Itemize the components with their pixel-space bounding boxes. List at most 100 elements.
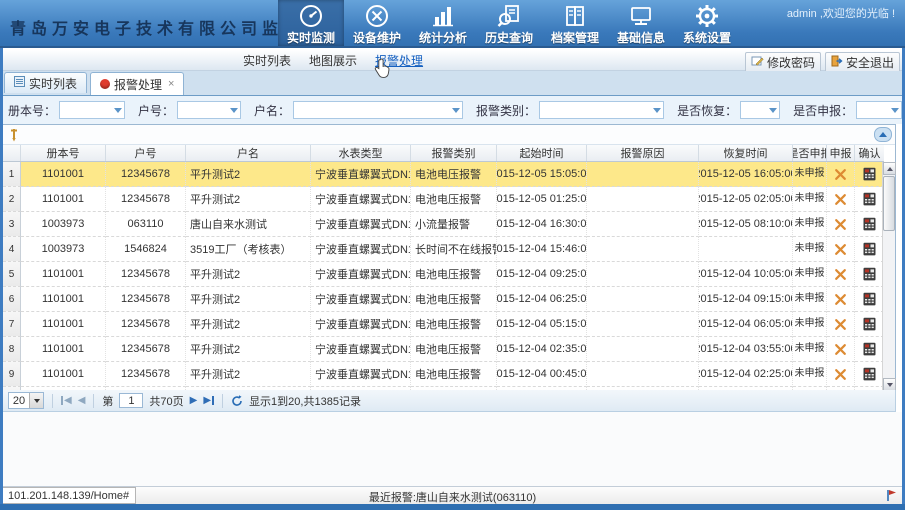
status-bar: 101.201.148.139/Home# 最近报警:唐山自来水测试(06311… bbox=[0, 486, 905, 504]
main-nav: 实时监测 设备维护 统计分析 历史查询 bbox=[278, 0, 740, 46]
table-row[interactable]: 2 1101001 12345678 平升测试2 宁波垂直螺翼式DN100 电池… bbox=[3, 187, 884, 212]
table-row[interactable]: 7 1101001 12345678 平升测试2 宁波垂直螺翼式DN100 电池… bbox=[3, 312, 884, 337]
cell-recover-time: 2015-12-05 16:05:00 bbox=[699, 162, 793, 187]
table-row[interactable]: 8 1101001 12345678 平升测试2 宁波垂直螺翼式DN100 电池… bbox=[3, 337, 884, 362]
confirm-calculator-icon[interactable] bbox=[863, 167, 876, 181]
col-header-declared[interactable]: 是否申报 bbox=[793, 145, 827, 161]
dropdown-button[interactable] bbox=[29, 393, 43, 408]
page-size-select[interactable]: 20 bbox=[8, 392, 44, 409]
confirm-calculator-icon[interactable] bbox=[863, 192, 876, 206]
cell-account-name: 平升测试2 bbox=[186, 312, 311, 337]
table-row[interactable]: 6 1101001 12345678 平升测试2 宁波垂直螺翼式DN100 电池… bbox=[3, 287, 884, 312]
nav-item-realtime-monitor[interactable]: 实时监测 bbox=[278, 0, 344, 46]
scroll-up-button[interactable] bbox=[883, 162, 896, 175]
confirm-calculator-icon[interactable] bbox=[863, 342, 876, 356]
table-row[interactable]: 3 1003973 063110 唐山自来水测试 宁波垂直螺翼式DN100 小流… bbox=[3, 212, 884, 237]
refresh-icon[interactable] bbox=[231, 395, 243, 407]
cell-declared-status: 未申报 bbox=[793, 287, 827, 312]
declare-tools-icon[interactable] bbox=[834, 368, 847, 381]
confirm-calculator-icon[interactable] bbox=[863, 267, 876, 281]
col-header-declare[interactable]: 申报 bbox=[827, 145, 855, 161]
col-header-alarm-reason[interactable]: 报警原因 bbox=[587, 145, 699, 161]
cell-account-number: 1546824 bbox=[106, 237, 186, 262]
menu-item-map-display[interactable]: 地图展示 bbox=[309, 52, 357, 69]
name-select[interactable] bbox=[293, 101, 463, 119]
cell-alarm-category: 电池电压报警 bbox=[411, 362, 497, 387]
col-header-start-time[interactable]: 起始时间 bbox=[497, 145, 587, 161]
tab-realtime-list[interactable]: 实时列表 bbox=[4, 72, 87, 93]
menu-item-alarm-handling[interactable]: 报警处理 bbox=[375, 52, 423, 69]
next-page-button[interactable]: ▶ bbox=[190, 395, 198, 406]
cell-account-number: 12345678 bbox=[106, 287, 186, 312]
table-row[interactable]: 4 1003973 1546824 3519工厂（考核表） 宁波垂直螺翼式DN1… bbox=[3, 237, 884, 262]
change-password-button[interactable]: 修改密码 bbox=[745, 52, 821, 73]
declare-tools-icon[interactable] bbox=[834, 193, 847, 206]
row-number: 4 bbox=[3, 237, 21, 262]
category-select[interactable] bbox=[539, 101, 664, 119]
nav-label: 实时监测 bbox=[287, 29, 335, 46]
cell-declared-status: 未申报 bbox=[793, 212, 827, 237]
nav-item-system-settings[interactable]: 系统设置 bbox=[674, 0, 740, 46]
cell-recover-time: 2015-12-04 10:05:00 bbox=[699, 262, 793, 287]
cell-recover-time: 2015-12-05 02:05:00 bbox=[699, 187, 793, 212]
col-header-account[interactable]: 户号 bbox=[106, 145, 186, 161]
change-password-label: 修改密码 bbox=[767, 54, 815, 71]
col-header-name[interactable]: 户名 bbox=[186, 145, 311, 161]
col-header-meter-type[interactable]: 水表类型 bbox=[311, 145, 411, 161]
confirm-calculator-icon[interactable] bbox=[863, 317, 876, 331]
cell-meter-type: 宁波垂直螺翼式DN100 bbox=[311, 312, 411, 337]
row-number: 2 bbox=[3, 187, 21, 212]
page-number-input[interactable] bbox=[119, 393, 143, 408]
declare-tools-icon[interactable] bbox=[834, 268, 847, 281]
confirm-calculator-icon[interactable] bbox=[863, 367, 876, 381]
cell-meter-type: 宁波垂直螺翼式DN100 bbox=[311, 162, 411, 187]
nav-item-history-query[interactable]: 历史查询 bbox=[476, 0, 542, 46]
nav-item-device-maintenance[interactable]: 设备维护 bbox=[344, 0, 410, 46]
col-header-book[interactable]: 册本号 bbox=[21, 145, 106, 161]
declare-tools-icon[interactable] bbox=[834, 218, 847, 231]
cell-declared-status: 未申报 bbox=[793, 187, 827, 212]
cell-declared-status: 未申报 bbox=[793, 237, 827, 262]
confirm-calculator-icon[interactable] bbox=[863, 292, 876, 306]
cell-alarm-category: 电池电压报警 bbox=[411, 187, 497, 212]
tab-alarm-handling[interactable]: 报警处理 × bbox=[90, 72, 184, 95]
declare-tools-icon[interactable] bbox=[834, 243, 847, 256]
prev-page-button[interactable]: ◀ bbox=[78, 395, 86, 406]
safe-exit-button[interactable]: 安全退出 bbox=[825, 52, 900, 73]
declare-tools-icon[interactable] bbox=[834, 168, 847, 181]
book-select[interactable] bbox=[59, 101, 125, 119]
declare-tools-icon[interactable] bbox=[834, 293, 847, 306]
nav-item-statistics[interactable]: 统计分析 bbox=[410, 0, 476, 46]
last-page-button[interactable]: ▶ bbox=[203, 395, 214, 406]
collapse-panel-button[interactable] bbox=[874, 127, 892, 142]
col-header-confirm[interactable]: 确认 bbox=[855, 145, 884, 161]
table-row[interactable]: 9 1101001 12345678 平升测试2 宁波垂直螺翼式DN100 电池… bbox=[3, 362, 884, 387]
confirm-calculator-icon[interactable] bbox=[863, 242, 876, 256]
nav-item-archive-management[interactable]: 档案管理 bbox=[542, 0, 608, 46]
cell-alarm-reason bbox=[587, 187, 699, 212]
window-bottom-edge bbox=[0, 504, 905, 510]
account-select[interactable] bbox=[177, 101, 241, 119]
recent-alarm-text: 最近报警:唐山自来水测试(063110) bbox=[0, 489, 905, 505]
declare-tools-icon[interactable] bbox=[834, 318, 847, 331]
recovered-select[interactable] bbox=[740, 101, 780, 119]
tab-close-icon[interactable]: × bbox=[168, 78, 174, 90]
declared-select[interactable] bbox=[856, 101, 902, 119]
gear-icon bbox=[694, 3, 720, 29]
tab-label: 实时列表 bbox=[29, 75, 77, 92]
first-page-button[interactable]: ◀ bbox=[61, 395, 72, 406]
vertical-scrollbar[interactable] bbox=[882, 162, 895, 391]
cell-alarm-reason bbox=[587, 237, 699, 262]
confirm-calculator-icon[interactable] bbox=[863, 217, 876, 231]
row-number: 8 bbox=[3, 337, 21, 362]
col-header-recover-time[interactable]: 恢复时间 bbox=[699, 145, 793, 161]
menu-item-realtime-list[interactable]: 实时列表 bbox=[243, 52, 291, 69]
cell-meter-type: 宁波垂直螺翼式DN100 bbox=[311, 187, 411, 212]
declare-tools-icon[interactable] bbox=[834, 343, 847, 356]
nav-item-basic-info[interactable]: 基础信息 bbox=[608, 0, 674, 46]
table-row[interactable]: 5 1101001 12345678 平升测试2 宁波垂直螺翼式DN100 电池… bbox=[3, 262, 884, 287]
divider bbox=[52, 394, 53, 408]
col-header-alarm-category[interactable]: 报警类别 bbox=[411, 145, 497, 161]
scrollbar-thumb[interactable] bbox=[883, 176, 895, 231]
table-row[interactable]: 1 1101001 12345678 平升测试2 宁波垂直螺翼式DN100 电池… bbox=[3, 162, 884, 187]
